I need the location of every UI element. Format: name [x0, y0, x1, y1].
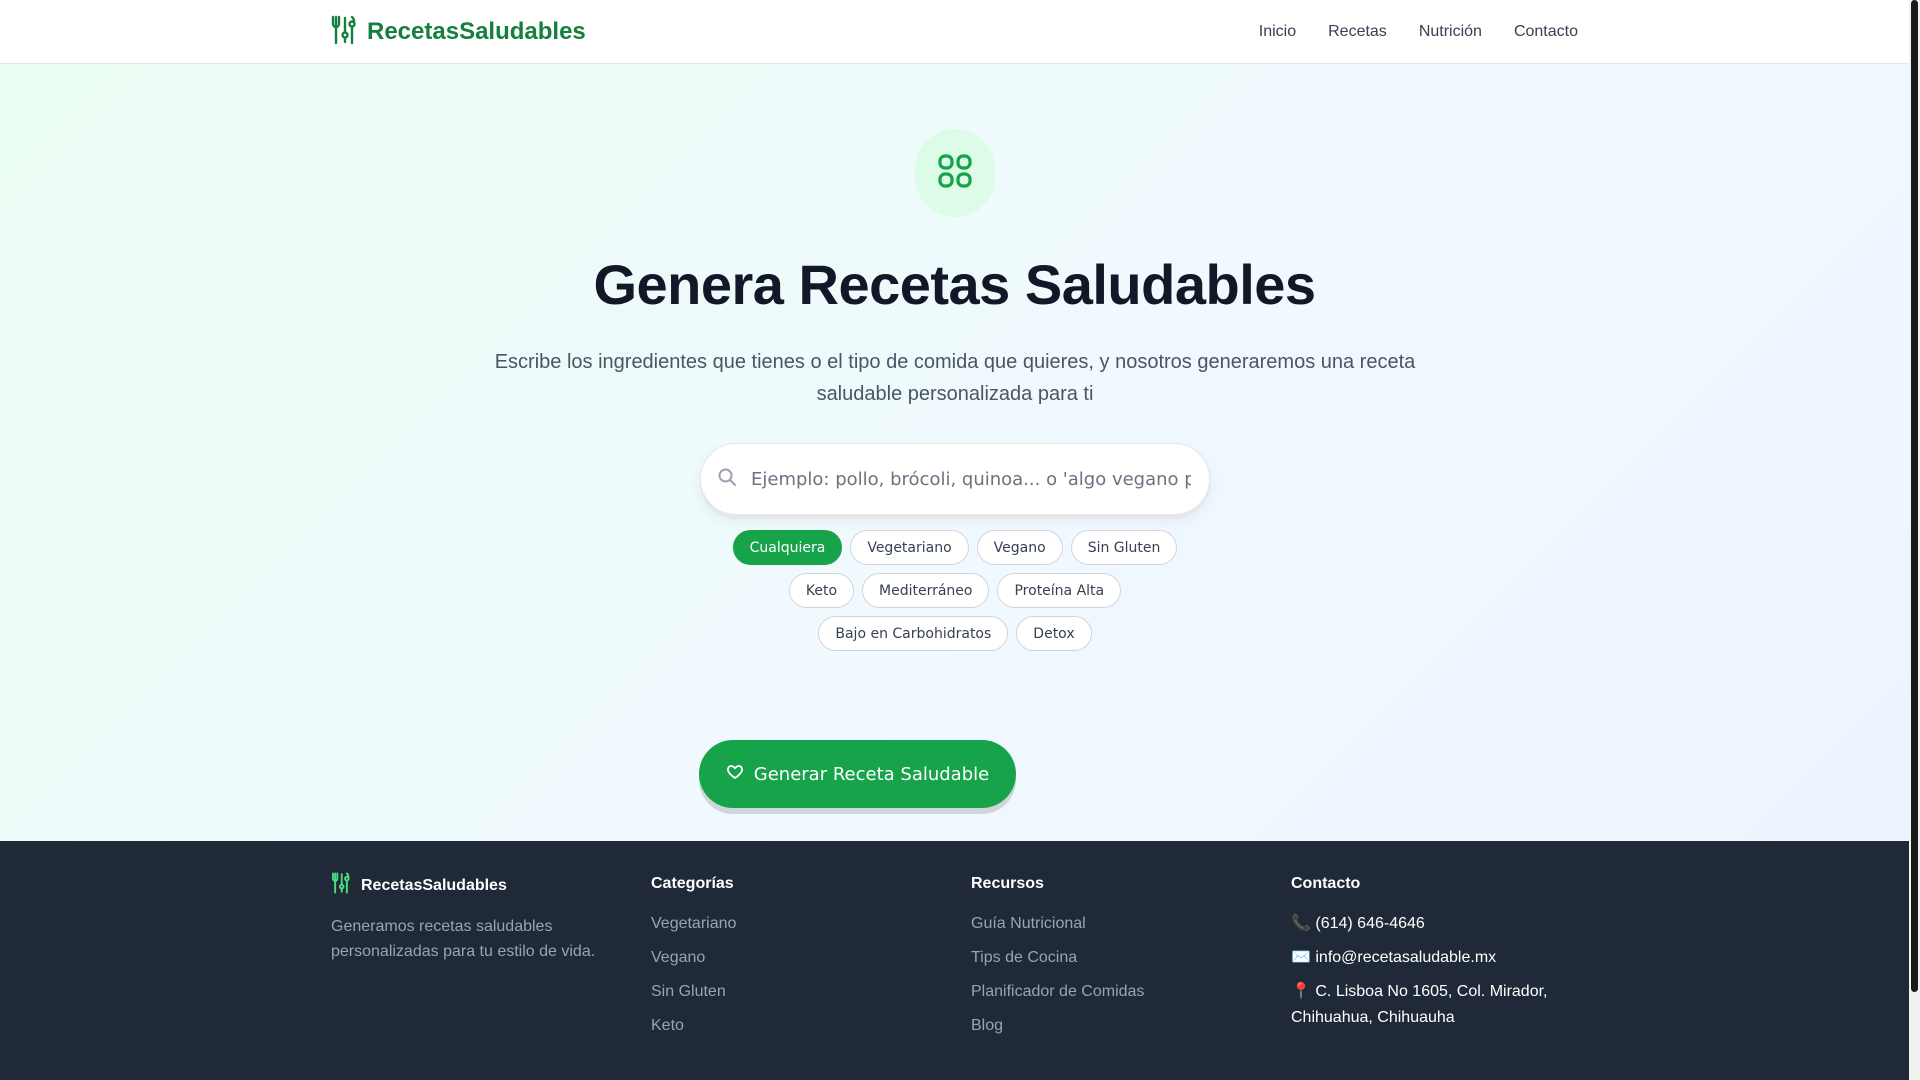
grid-icon	[937, 153, 973, 194]
contact-address: 📍 C. Lisboa No 1605, Col. Mirador, Chihu…	[1291, 983, 1548, 1026]
footer-resources-column: Recursos Guía Nutricional Tips de Cocina…	[971, 874, 1144, 1050]
footer-link-vegano[interactable]: Vegano	[651, 948, 736, 968]
footer-link-keto[interactable]: Keto	[651, 1016, 736, 1036]
contact-email[interactable]: ✉️ info@recetasaludable.mx	[1291, 948, 1591, 968]
logo-link[interactable]: RecetasSaludables	[331, 15, 586, 50]
footer-contact-column: Contacto 📞 (614) 646-4646 ✉️ info@receta…	[1291, 874, 1591, 1045]
contact-phone[interactable]: 📞 (614) 646-4646	[1291, 914, 1591, 934]
footer-brand: RecetasSaludables	[331, 872, 621, 900]
page-scrollbar[interactable]	[1909, 0, 1920, 1080]
chip-vegetariano[interactable]: Vegetariano	[850, 530, 969, 565]
footer-categories-title: Categorías	[651, 875, 734, 892]
search-input[interactable]	[751, 468, 1191, 490]
footer-link-guia-nutricional[interactable]: Guía Nutricional	[971, 914, 1144, 934]
heart-icon	[726, 763, 744, 786]
utensils-icon	[331, 15, 357, 50]
chip-bajo-carbohidratos[interactable]: Bajo en Carbohidratos	[818, 616, 1009, 651]
hero-section: Genera Recetas Saludables Escribe los in…	[0, 64, 1909, 841]
chip-mediterraneo[interactable]: Mediterráneo	[862, 573, 990, 608]
site-header: RecetasSaludables Inicio Recetas Nutrici…	[0, 0, 1909, 64]
chip-keto[interactable]: Keto	[788, 573, 855, 608]
utensils-icon	[331, 872, 351, 900]
footer-description: Generamos recetas saludables personaliza…	[331, 918, 596, 960]
nav-link-recetas[interactable]: Recetas	[1328, 23, 1387, 41]
diet-filter-chips: Cualquiera Vegetariano Vegano Sin Gluten…	[700, 530, 1210, 651]
footer-brand-name: RecetasSaludables	[361, 877, 507, 894]
footer-link-vegetariano[interactable]: Vegetariano	[651, 914, 736, 934]
footer-contact-title: Contacto	[1291, 875, 1361, 892]
footer-resources-list: Guía Nutricional Tips de Cocina Planific…	[971, 914, 1144, 1036]
search-icon	[717, 467, 737, 492]
site-footer: RecetasSaludables Generamos recetas salu…	[0, 841, 1909, 1080]
search-box	[700, 443, 1210, 515]
footer-link-planificador[interactable]: Planificador de Comidas	[971, 982, 1144, 1002]
nav-link-inicio[interactable]: Inicio	[1259, 23, 1296, 41]
hero-icon-badge	[915, 129, 995, 217]
chip-proteina-alta[interactable]: Proteína Alta	[997, 573, 1122, 608]
page-title: Genera Recetas Saludables	[593, 253, 1316, 316]
footer-contact-list: 📞 (614) 646-4646 ✉️ info@recetasaludable…	[1291, 914, 1591, 1031]
chip-detox[interactable]: Detox	[1016, 616, 1092, 651]
footer-categories-list: Vegetariano Vegano Sin Gluten Keto	[651, 914, 736, 1036]
nav-link-contacto[interactable]: Contacto	[1514, 23, 1578, 41]
footer-link-tips-cocina[interactable]: Tips de Cocina	[971, 948, 1144, 968]
nav-link-nutricion[interactable]: Nutrición	[1419, 23, 1482, 41]
chip-sin-gluten[interactable]: Sin Gluten	[1070, 530, 1178, 565]
footer-resources-title: Recursos	[971, 875, 1044, 892]
generate-recipe-label: Generar Receta Saludable	[753, 763, 990, 785]
hero-subtitle: Escribe los ingredientes que tienes o el…	[494, 351, 1416, 405]
footer-link-blog[interactable]: Blog	[971, 1016, 1144, 1036]
footer-brand-column: RecetasSaludables Generamos recetas salu…	[331, 872, 621, 964]
footer-link-sin-gluten[interactable]: Sin Gluten	[651, 982, 736, 1002]
footer-categories-column: Categorías Vegetariano Vegano Sin Gluten…	[651, 874, 736, 1050]
logo-text: RecetasSaludables	[367, 18, 586, 45]
generate-recipe-button[interactable]: Generar Receta Saludable	[699, 740, 1016, 808]
chip-cualquiera[interactable]: Cualquiera	[732, 530, 843, 565]
chip-vegano[interactable]: Vegano	[976, 530, 1063, 565]
main-nav: Inicio Recetas Nutrición Contacto	[1259, 23, 1578, 41]
scrollbar-thumb[interactable]	[1911, 0, 1918, 992]
